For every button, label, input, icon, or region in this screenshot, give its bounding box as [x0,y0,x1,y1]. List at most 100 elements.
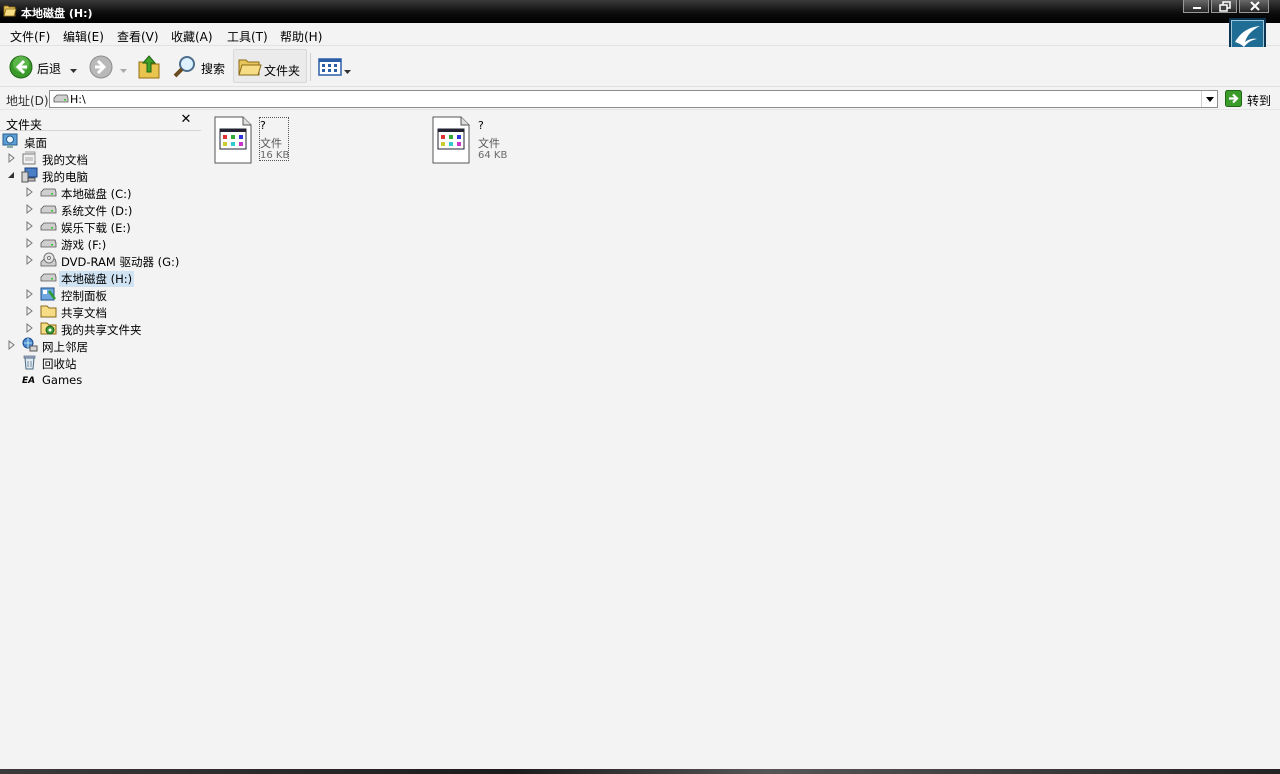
tree-item-drive-h[interactable]: 本地磁盘 (H:) [2,269,197,287]
expand-arrow-icon[interactable] [26,305,34,317]
folder-pane-title: 文件夹 [6,118,43,132]
menu-view[interactable]: 查看(V) [117,28,159,45]
expand-arrow-icon[interactable] [26,237,34,249]
tree-item-label: DVD-RAM 驱动器 (G:) [61,255,180,269]
svg-text:EA: EA [22,376,35,384]
minimize-button[interactable] [1183,0,1209,13]
views-button[interactable] [316,55,352,79]
tree-item-label: 我的共享文件夹 [61,323,142,337]
tree-item-my-documents[interactable]: 我的文档 [2,150,197,167]
tree-item-network[interactable]: 网上邻居 [2,337,197,354]
file-item[interactable]: ? 文件 16 KB [213,115,413,165]
expand-arrow-icon[interactable] [26,254,34,266]
open-folder-icon [3,4,17,17]
folder-tree-pane: 文件夹 ✕ 桌面 我的文档 我的电脑 本地磁盘 (C:) 系统文件 (D:) 娱… [0,111,201,771]
menu-bar: 文件(F) 编辑(E) 查看(V) 收藏(A) 工具(T) 帮助(H) [0,23,1280,46]
dvd-drive-icon [40,252,57,268]
drive-icon [53,94,69,107]
drive-icon [40,184,57,200]
folders-icon [238,57,262,80]
toolbar-separator [310,53,311,81]
search-label: 搜索 [201,62,226,76]
tree-item-drive-c[interactable]: 本地磁盘 (C:) [2,184,197,201]
file-size: 16 KB [260,150,290,161]
folders-button[interactable]: 文件夹 [233,49,307,83]
expand-arrow-icon[interactable] [8,339,16,351]
tree-item-label: 桌面 [24,136,47,150]
close-icon: ✕ [180,112,192,127]
restore-button[interactable] [1211,0,1237,13]
tree-item-recycle-bin[interactable]: 回收站 [2,354,197,371]
menu-favorites[interactable]: 收藏(A) [171,28,213,45]
tree-item-my-computer[interactable]: 我的电脑 [2,167,197,184]
my-documents-icon [21,150,38,166]
tree-item-label: 本地磁盘 (C:) [61,187,132,201]
collapse-arrow-icon[interactable] [7,169,15,181]
tree-item-shared-documents[interactable]: 共享文档 [2,303,197,320]
address-bar: 地址(D) H:\ 转到 [0,88,1280,110]
my-computer-icon [21,167,38,183]
expand-arrow-icon[interactable] [8,152,16,164]
back-dropdown-icon[interactable] [70,64,77,77]
shared-folder-icon [40,303,57,319]
address-dropdown-button[interactable] [1201,91,1217,107]
address-label: 地址(D) [6,94,49,108]
file-type: 文件 [260,137,282,150]
title-bar[interactable]: 本地磁盘 (H:) [0,0,1280,23]
expand-arrow-icon[interactable] [26,288,34,300]
file-list-view[interactable]: ? 文件 16 KB ? 文件 64 KB [201,111,1280,771]
go-button[interactable]: 转到 [1224,89,1276,109]
close-pane-button[interactable]: ✕ [179,113,193,127]
up-button[interactable] [135,51,163,83]
expand-arrow-icon[interactable] [26,186,34,198]
window-title: 本地磁盘 (H:) [21,7,93,20]
recycle-bin-icon [21,354,38,370]
search-magnifier-icon [172,54,198,83]
tree-item-label: 网上邻居 [42,340,88,354]
address-input[interactable]: H:\ [49,90,1218,108]
forward-dropdown-icon[interactable] [120,64,127,77]
tree-item-drive-d[interactable]: 系统文件 (D:) [2,201,197,218]
drive-icon [40,218,57,234]
menu-tools[interactable]: 工具(T) [227,28,268,45]
tree-item-label: 回收站 [42,357,77,371]
tree-item-my-shared-folder[interactable]: 我的共享文件夹 [2,320,197,337]
tree-item-label: Games [42,373,83,387]
views-dropdown-icon[interactable] [344,65,351,78]
up-folder-icon [137,54,161,83]
close-button[interactable] [1239,0,1269,13]
forward-arrow-icon [89,55,113,82]
drive-icon [40,201,57,217]
search-button[interactable]: 搜索 [170,51,228,83]
forward-button[interactable] [86,51,128,83]
expand-arrow-icon[interactable] [26,322,34,334]
expand-arrow-icon[interactable] [26,220,34,232]
back-button[interactable]: 后退 [6,51,81,83]
address-value: H:\ [70,93,86,106]
drive-icon [40,235,57,251]
menu-edit[interactable]: 编辑(E) [63,28,104,45]
tree-item-drive-e[interactable]: 娱乐下载 (E:) [2,218,197,235]
back-label: 后退 [37,62,62,76]
tree-item-drive-f[interactable]: 游戏 (F:) [2,235,197,252]
tree-item-drive-g[interactable]: DVD-RAM 驱动器 (G:) [2,252,197,269]
tree-item-label: 游戏 (F:) [61,238,107,252]
menu-file[interactable]: 文件(F) [10,28,50,45]
expand-arrow-icon[interactable] [26,203,34,215]
application-file-icon [431,115,471,165]
views-icon [318,57,342,80]
tree-item-control-panel[interactable]: 控制面板 [2,286,197,303]
tree-item-games[interactable]: EA Games [2,371,197,388]
tree-item-label: 我的文档 [42,153,88,167]
file-item[interactable]: ? 文件 64 KB [431,115,631,165]
back-arrow-icon [9,55,33,82]
tree-item-label: 娱乐下载 (E:) [61,221,131,235]
desktop-icon [2,133,19,149]
tree-item-label: 本地磁盘 (H:) [59,271,135,287]
taskbar-edge [0,769,1280,774]
go-arrow-icon [1225,90,1242,110]
menu-help[interactable]: 帮助(H) [280,28,322,45]
folders-label: 文件夹 [264,64,301,78]
drive-icon [40,269,57,285]
tree-item-desktop[interactable]: 桌面 [2,133,197,150]
